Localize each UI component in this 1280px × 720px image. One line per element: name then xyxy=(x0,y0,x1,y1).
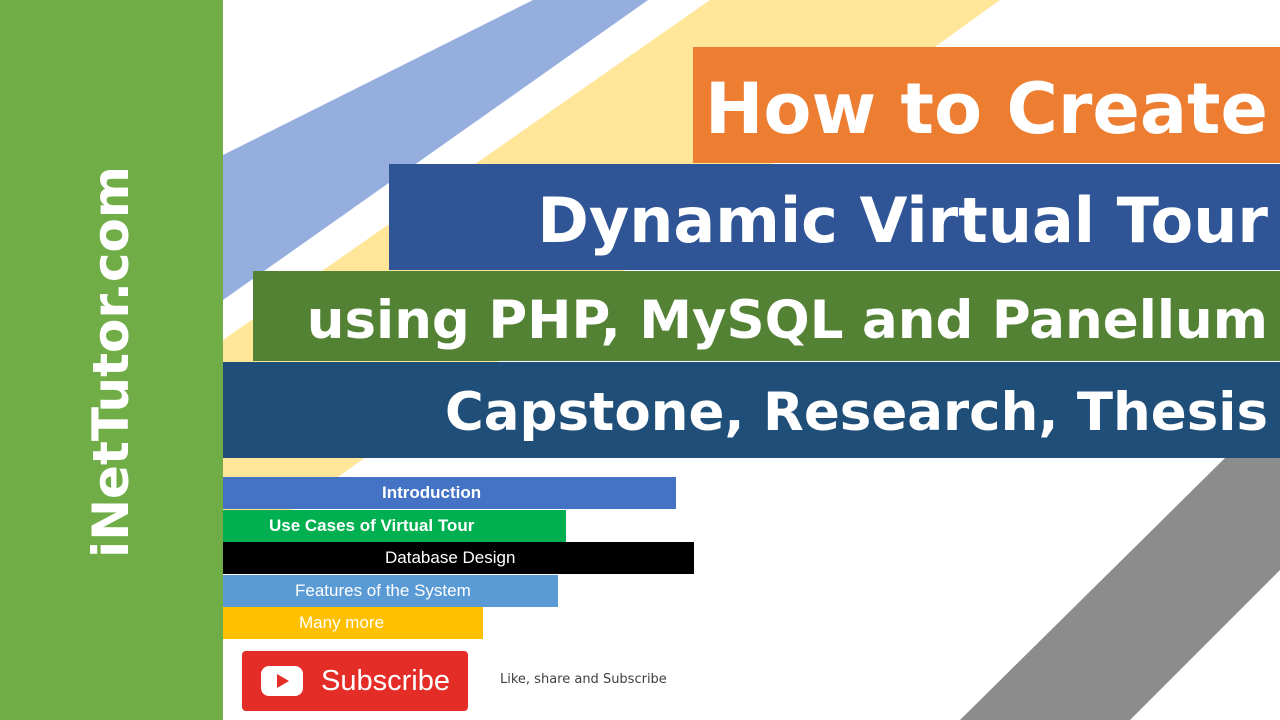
title-line-3: using PHP, MySQL and Panellum xyxy=(253,271,1280,361)
call-to-action-caption: Like, share and Subscribe xyxy=(500,672,667,687)
topic-introduction: Introduction xyxy=(223,477,676,509)
play-icon xyxy=(261,666,303,696)
brand-sidebar: iNetTutor.com xyxy=(0,0,223,720)
title-line-4: Capstone, Research, Thesis xyxy=(223,362,1280,458)
topic-database-design: Database Design xyxy=(223,542,694,574)
topic-use-cases: Use Cases of Virtual Tour xyxy=(223,510,566,542)
thumbnail-canvas: iNetTutor.com How to Create Dynamic Virt… xyxy=(0,0,1280,720)
topic-features: Features of the System xyxy=(223,575,558,607)
title-line-1: How to Create xyxy=(693,47,1280,163)
subscribe-label: Subscribe xyxy=(321,665,450,697)
topic-many-more: Many more xyxy=(223,607,483,639)
gray-stripe xyxy=(960,458,1280,720)
brand-name: iNetTutor.com xyxy=(82,166,140,558)
title-line-2: Dynamic Virtual Tour xyxy=(389,164,1280,270)
subscribe-button[interactable]: Subscribe xyxy=(242,651,468,711)
